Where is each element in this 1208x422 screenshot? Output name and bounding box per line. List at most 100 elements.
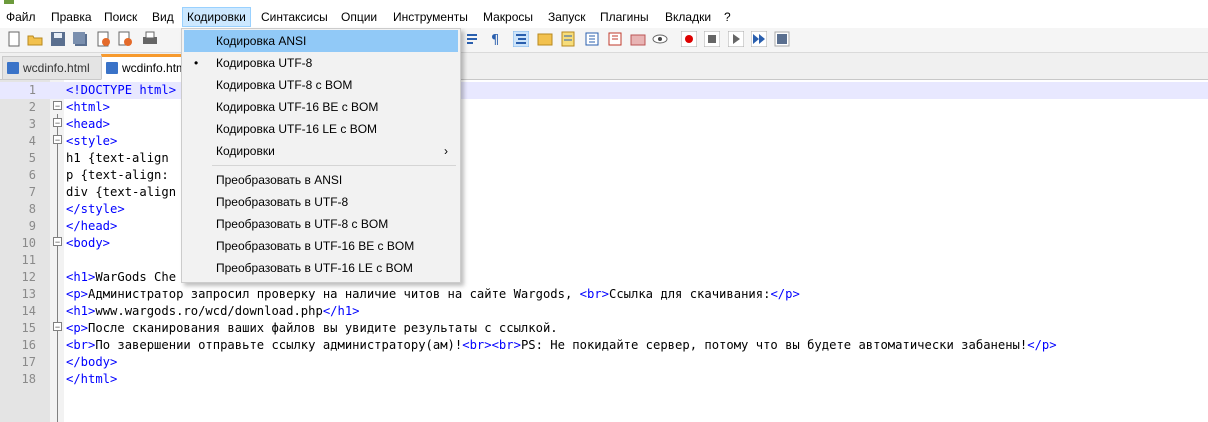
- menu-item-convert-ansi[interactable]: Преобразовать в ANSI: [184, 169, 458, 191]
- fold-toggle-icon[interactable]: −: [53, 237, 62, 247]
- menu-encoding[interactable]: Кодировки: [182, 7, 251, 27]
- fold-guide-line: [57, 114, 58, 422]
- line-number: 16: [21, 338, 36, 352]
- chevron-right-icon: ›: [444, 144, 448, 158]
- code-text: <body>: [66, 235, 110, 252]
- menu-syntax[interactable]: Синтаксисы: [257, 8, 332, 26]
- folder-as-workspace-icon[interactable]: [537, 31, 553, 47]
- html-tag-token: <p>: [66, 321, 89, 335]
- html-tag-token: </body>: [66, 355, 118, 369]
- text-token: h1 {text-align: [66, 151, 169, 165]
- menu-item-encoding-utf16be-bom[interactable]: Кодировка UTF-16 BE с BOM: [184, 96, 458, 118]
- menu-run[interactable]: Запуск: [544, 8, 590, 26]
- fold-toggle-icon[interactable]: −: [53, 322, 62, 332]
- text-token: p {text-align:: [66, 168, 169, 182]
- menu-item-convert-utf8-bom[interactable]: Преобразовать в UTF-8 с BOM: [184, 213, 458, 235]
- doc-list-icon[interactable]: [607, 31, 623, 47]
- menu-file[interactable]: Файл: [2, 8, 40, 26]
- line-number: 15: [21, 321, 36, 335]
- code-line[interactable]: 14 <h1>www.wargods.ro/wcd/download.php</h…: [0, 303, 1208, 320]
- html-tag-token: </h1>: [322, 304, 360, 318]
- code-line[interactable]: 18 </html>: [0, 371, 1208, 388]
- menu-item-encoding-utf8[interactable]: • Кодировка UTF-8: [184, 52, 458, 74]
- run-macro-multiple-icon[interactable]: [751, 31, 767, 47]
- save-all-icon[interactable]: [72, 31, 88, 47]
- menu-item-encoding-utf8-bom[interactable]: Кодировка UTF-8 с BOM: [184, 74, 458, 96]
- line-number: 1: [28, 83, 36, 97]
- fold-toggle-icon[interactable]: −: [53, 101, 62, 111]
- menu-item-label: Преобразовать в UTF-16 LE с BOM: [216, 261, 413, 275]
- menu-item-label: Преобразовать в UTF-8: [216, 195, 349, 209]
- menu-bar: Файл Правка Поиск Вид Кодировки Синтакси…: [0, 6, 1208, 28]
- doc-map-icon[interactable]: [560, 31, 576, 47]
- code-line[interactable]: 13 <p>Администратор запросил проверку на …: [0, 286, 1208, 303]
- menu-edit[interactable]: Правка: [47, 8, 96, 26]
- code-text: <style>: [66, 133, 117, 150]
- menu-view[interactable]: Вид: [148, 8, 178, 26]
- menu-item-label: Кодировка ANSI: [216, 34, 307, 48]
- close-all-icon[interactable]: [117, 31, 133, 47]
- menu-item-label: Кодировки: [216, 144, 275, 158]
- indent-guide-icon[interactable]: [513, 31, 529, 47]
- menu-item-encodings-submenu[interactable]: Кодировки ›: [184, 140, 458, 162]
- code-line[interactable]: 15 <p>После сканирования ваших файлов вы …: [0, 320, 1208, 337]
- svg-text:¶: ¶: [491, 33, 499, 47]
- html-tag-token: <h1>: [66, 304, 96, 318]
- show-all-chars-icon[interactable]: [464, 31, 480, 47]
- line-number: 9: [28, 219, 36, 233]
- menu-help[interactable]: ?: [720, 8, 735, 26]
- code-text: </head>: [66, 218, 117, 235]
- menu-search[interactable]: Поиск: [100, 8, 141, 26]
- menu-macros[interactable]: Макросы: [479, 8, 537, 26]
- menu-item-label: Кодировка UTF-16 BE с BOM: [216, 100, 379, 114]
- menu-item-label: Кодировка UTF-8 с BOM: [216, 78, 353, 92]
- menu-item-convert-utf16le-bom[interactable]: Преобразовать в UTF-16 LE с BOM: [184, 257, 458, 279]
- menu-item-convert-utf16be-bom[interactable]: Преобразовать в UTF-16 BE с BOM: [184, 235, 458, 257]
- menu-tabs[interactable]: Вкладки: [661, 8, 715, 26]
- save-macro-icon[interactable]: [774, 31, 790, 47]
- save-icon[interactable]: [50, 31, 66, 47]
- menu-item-label: Преобразовать в UTF-8 с BOM: [216, 217, 389, 231]
- html-tag-token: <br><br>: [462, 338, 521, 352]
- html-tag-token: <br>: [66, 338, 96, 352]
- menu-plugins[interactable]: Плагины: [596, 8, 653, 26]
- code-line[interactable]: 17 </body>: [0, 354, 1208, 371]
- close-icon[interactable]: [95, 31, 111, 47]
- line-number: 11: [21, 253, 36, 267]
- tab-label: wcdinfo.html: [23, 61, 90, 75]
- html-tag-token: </style>: [66, 202, 125, 216]
- print-icon[interactable]: [142, 31, 158, 47]
- menu-item-convert-utf8[interactable]: Преобразовать в UTF-8: [184, 191, 458, 213]
- file-icon: [7, 62, 19, 74]
- menu-item-encoding-utf16le-bom[interactable]: Кодировка UTF-16 LE с BOM: [184, 118, 458, 140]
- code-text: <h1>www.wargods.ro/wcd/download.php</h1>: [66, 303, 360, 320]
- code-text: <html>: [66, 99, 110, 116]
- fold-toggle-icon[interactable]: −: [53, 135, 62, 145]
- new-file-icon[interactable]: [6, 31, 22, 47]
- code-text: <h1>WarGods Che: [66, 269, 176, 286]
- word-wrap-icon[interactable]: ¶: [488, 31, 504, 47]
- code-line[interactable]: 16 <br>По завершении отправьте ссылку адм…: [0, 337, 1208, 354]
- stop-record-icon[interactable]: [704, 31, 720, 47]
- encoding-menu: Кодировка ANSI • Кодировка UTF-8 Кодиров…: [181, 28, 461, 283]
- code-text: <head>: [66, 116, 110, 133]
- bullet-icon: •: [194, 56, 199, 70]
- app-icon: [4, 0, 14, 4]
- line-number: 3: [28, 117, 36, 131]
- text-token: Ссылка для скачивания:: [609, 287, 771, 301]
- monitoring-icon[interactable]: [652, 31, 668, 47]
- line-number: 5: [28, 151, 36, 165]
- open-file-icon[interactable]: [27, 31, 43, 47]
- folder-icon[interactable]: [630, 31, 646, 47]
- menu-item-encoding-ansi[interactable]: Кодировка ANSI: [184, 30, 458, 52]
- function-list-icon[interactable]: [584, 31, 600, 47]
- menu-item-label: Кодировка UTF-8: [216, 56, 313, 70]
- menu-tools[interactable]: Инструменты: [389, 8, 472, 26]
- play-macro-icon[interactable]: [728, 31, 744, 47]
- fold-toggle-icon[interactable]: −: [53, 118, 62, 128]
- html-tag-token: <style>: [66, 134, 118, 148]
- record-macro-icon[interactable]: [681, 31, 697, 47]
- text-token: По завершении отправьте ссылку администр…: [95, 338, 463, 352]
- html-tag-token: <head>: [66, 117, 111, 131]
- menu-options[interactable]: Опции: [337, 8, 381, 26]
